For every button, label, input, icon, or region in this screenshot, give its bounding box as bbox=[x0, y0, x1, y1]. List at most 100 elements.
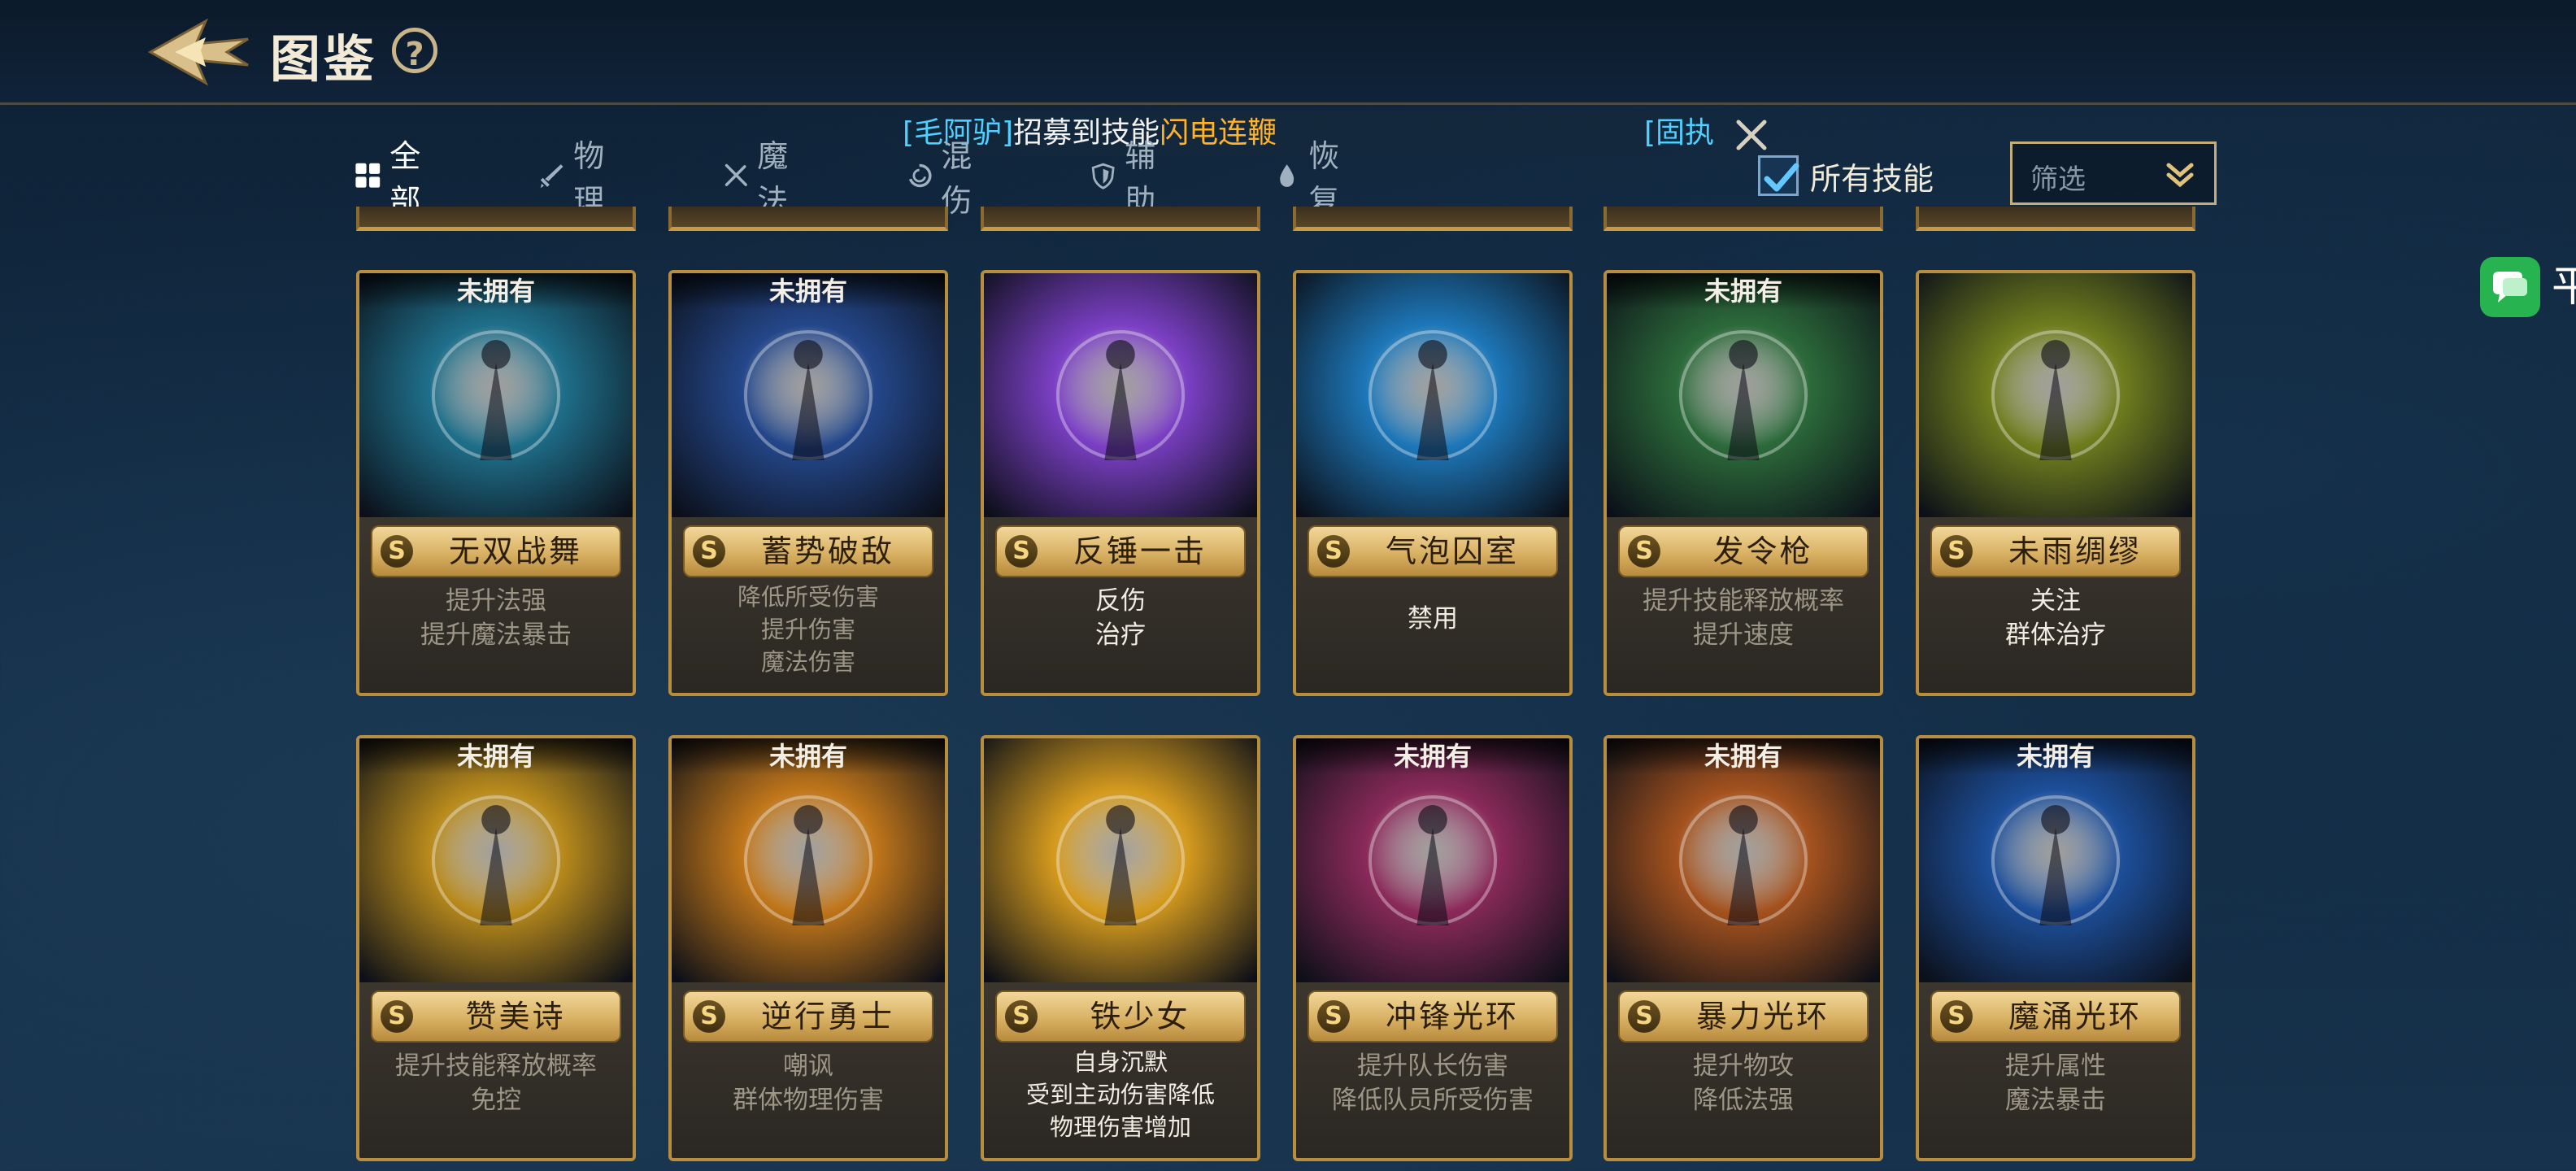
skill-art-image bbox=[984, 273, 1257, 525]
skill-description-line: 提升技能释放概率 bbox=[395, 1051, 597, 1081]
skill-description: 提升物攻 降低法强 bbox=[1607, 1049, 1880, 1117]
all-skills-toggle[interactable]: 所有技能 bbox=[1758, 150, 1934, 202]
skill-description-line: 降低法强 bbox=[1693, 1086, 1794, 1115]
grade-badge: S bbox=[1317, 535, 1350, 568]
page-title: 图鉴 bbox=[270, 29, 378, 89]
skill-description-line: 提升技能释放概率 bbox=[1643, 586, 1844, 616]
skill-name-plate: S 冲锋光环 bbox=[1308, 990, 1558, 1043]
shield-icon bbox=[1091, 163, 1115, 189]
not-owned-badge: 未拥有 bbox=[1919, 738, 2192, 774]
skill-card[interactable]: 未拥有 S 发令枪提升技能释放概率 提升速度 bbox=[1603, 270, 1883, 696]
tab-support[interactable]: 辅助 bbox=[1090, 138, 1168, 219]
skill-card[interactable]: S 未雨绸缪关注群体治疗 bbox=[1916, 270, 2195, 696]
skill-description-line: 提升属性 bbox=[2005, 1051, 2106, 1081]
skill-card[interactable]: S 铁少女 自身沉默 受到主动伤害降低 物理伤害增加 bbox=[981, 735, 1260, 1161]
skill-name: 蓄势破敌 bbox=[760, 533, 894, 569]
tab-physical[interactable]: 物理 bbox=[538, 138, 616, 219]
skill-name-plate: S 逆行勇士 bbox=[683, 990, 933, 1043]
skill-name: 未雨绸缪 bbox=[2008, 533, 2142, 569]
skill-card[interactable]: 未拥有 S 蓄势破敌降低所受伤害 提升伤害 魔法伤害 bbox=[668, 270, 948, 696]
skill-name-plate: S 暴力光环 bbox=[1618, 990, 1869, 1043]
not-owned-badge: 未拥有 bbox=[672, 273, 945, 309]
crossed-staves-icon bbox=[724, 163, 747, 186]
not-owned-badge: 未拥有 bbox=[672, 738, 945, 774]
skill-description-line: 反伤 bbox=[1095, 586, 1146, 616]
skill-description: 关注 群体治疗 bbox=[1919, 584, 2192, 652]
tab-all[interactable]: 全部 bbox=[355, 138, 433, 219]
skill-description-line: 提升物攻 bbox=[1693, 1051, 1794, 1081]
skill-description-line: 提升队长伤害 bbox=[1357, 1051, 1508, 1081]
help-button[interactable]: ? bbox=[392, 28, 437, 73]
skill-description: 提升法强提升魔法暴击 bbox=[359, 584, 633, 652]
tab-mixed[interactable]: 混伤 bbox=[906, 138, 984, 219]
skill-description-line: 受到主动伤害降低 bbox=[1025, 1081, 1215, 1108]
skill-description: 提升技能释放概率 提升速度 bbox=[1607, 584, 1880, 652]
skill-description-line: 提升法强 bbox=[446, 586, 546, 616]
skill-name-plate: S 魔涌光环 bbox=[1930, 990, 2181, 1043]
skill-card[interactable]: 未拥有 S 赞美诗提升技能释放概率 免控 bbox=[356, 735, 636, 1161]
previous-row-card-edge bbox=[981, 207, 1260, 231]
skill-description-line: 禁用 bbox=[1408, 604, 1458, 633]
grade-badge: S bbox=[1940, 535, 1973, 568]
previous-row-card-edge bbox=[668, 207, 948, 231]
close-broadcast-button[interactable] bbox=[1734, 117, 1769, 153]
skill-card[interactable]: 未拥有 S 逆行勇士嘲讽 群体物理伤害 bbox=[668, 735, 948, 1161]
filter-label: 筛选 bbox=[2030, 163, 2086, 196]
all-skills-checkbox[interactable] bbox=[1758, 155, 1799, 196]
back-button[interactable] bbox=[142, 15, 256, 89]
swirl-icon bbox=[908, 163, 932, 188]
broadcast-skill: 闪电连鞭 bbox=[1160, 116, 1277, 150]
not-owned-badge: 未拥有 bbox=[1607, 273, 1880, 309]
skill-description: 反伤 治疗 bbox=[984, 584, 1257, 652]
skill-description-line: 魔法暴击 bbox=[2005, 1086, 2106, 1115]
skill-name: 反锤一击 bbox=[1073, 533, 1207, 569]
skill-art-image bbox=[1607, 738, 1880, 990]
skill-art-image bbox=[359, 273, 633, 525]
tab-heal[interactable]: 恢复 bbox=[1273, 138, 1351, 219]
skill-art-image bbox=[1919, 273, 2192, 525]
skill-description: 嘲讽 群体物理伤害 bbox=[672, 1049, 945, 1117]
skill-card[interactable]: S 气泡囚室禁用 bbox=[1293, 270, 1573, 696]
skill-description-line: 治疗 bbox=[1095, 620, 1146, 650]
grade-badge: S bbox=[1005, 535, 1038, 568]
skill-card[interactable]: 未拥有 S 暴力光环 提升物攻 降低法强 bbox=[1603, 735, 1883, 1161]
skill-card[interactable]: 未拥有 S 无双战舞 提升法强 提升魔法暴击 bbox=[356, 270, 636, 696]
grade-badge: S bbox=[381, 535, 413, 568]
sword-icon bbox=[540, 164, 564, 189]
skill-name-plate: S 赞美诗 bbox=[371, 990, 621, 1043]
skill-description: 提升队长伤害 降低队员所受伤害 bbox=[1296, 1049, 1569, 1117]
side-chip-label: 平 bbox=[2552, 263, 2576, 311]
skill-art-image bbox=[1607, 273, 1880, 525]
skill-name-plate: S 蓄势破敌 bbox=[683, 525, 933, 577]
skill-card[interactable]: S 反锤一击反伤治疗 bbox=[981, 270, 1260, 696]
back-arrow-icon bbox=[147, 18, 249, 86]
skill-description-line: 自身沉默 bbox=[1073, 1048, 1168, 1076]
skill-description-line: 降低所受伤害 bbox=[737, 583, 879, 611]
skill-name: 无双战舞 bbox=[448, 533, 582, 569]
grade-badge: S bbox=[693, 1000, 725, 1033]
skill-description-line: 关注 bbox=[2030, 586, 2081, 616]
skill-card[interactable]: 未拥有 S 冲锋光环 提升队长伤害 降低队员所受伤害 bbox=[1293, 735, 1573, 1161]
skill-description-line: 物理伤害增加 bbox=[1049, 1113, 1191, 1141]
chat-icon[interactable] bbox=[2480, 257, 2540, 317]
all-skills-label: 所有技能 bbox=[1810, 160, 1934, 197]
skill-name: 铁少女 bbox=[1090, 999, 1190, 1034]
skill-name-plate: S 发令枪 bbox=[1618, 525, 1869, 577]
skill-description: 降低所受伤害 提升伤害 魔法伤害 bbox=[672, 581, 945, 678]
skill-description-line: 提升魔法暴击 bbox=[420, 620, 572, 650]
tab-magic[interactable]: 魔法 bbox=[722, 138, 800, 219]
not-owned-badge: 未拥有 bbox=[359, 738, 633, 774]
skill-description-line: 群体治疗 bbox=[2005, 620, 2106, 650]
skill-description: 禁用 bbox=[1296, 602, 1569, 636]
filter-dropdown[interactable]: 筛选 bbox=[2010, 141, 2217, 205]
skill-card[interactable]: 未拥有 S 魔涌光环提升属性魔法暴击 bbox=[1916, 735, 2195, 1161]
skill-description: 自身沉默受到主动伤害降低 物理伤害增加 bbox=[984, 1046, 1257, 1143]
skill-description-line: 免控 bbox=[471, 1086, 521, 1115]
previous-row-card-edge bbox=[1603, 207, 1883, 231]
previous-row-card-edge bbox=[356, 207, 636, 231]
skill-name: 气泡囚室 bbox=[1385, 533, 1519, 569]
skill-name: 赞美诗 bbox=[465, 999, 566, 1034]
grade-badge: S bbox=[693, 535, 725, 568]
grade-badge: S bbox=[1317, 1000, 1350, 1033]
skill-name: 冲锋光环 bbox=[1385, 999, 1519, 1034]
